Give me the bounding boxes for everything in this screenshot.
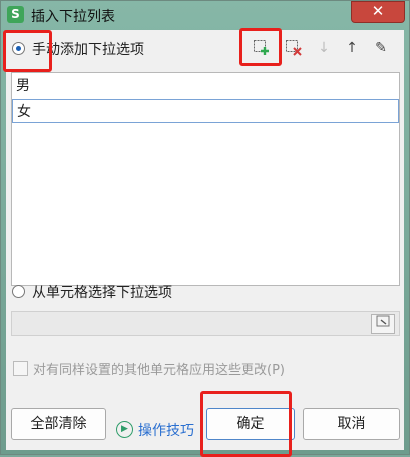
from-cells-option-radio[interactable] [12,285,25,298]
play-icon[interactable]: ▶ [116,421,133,438]
ok-button[interactable]: 确定 [206,408,295,440]
cell-range-input [11,311,400,336]
dialog-body: 手动添加下拉选项 ↓ ↑ ✎ 男 女 从单元格选择下拉选项 对有同样设置的其他单… [6,30,404,450]
range-select-icon [376,315,390,327]
edit-icon[interactable]: ✎ [372,39,390,57]
manual-option-radio[interactable] [12,42,25,55]
clear-all-button[interactable]: 全部清除 [11,408,106,440]
range-select-button [371,314,395,334]
list-item[interactable]: 女 [12,99,399,123]
move-down-icon[interactable]: ↓ [315,39,333,57]
delete-item-icon[interactable] [285,39,303,57]
from-cells-option-label[interactable]: 从单元格选择下拉选项 [32,282,172,302]
tips-link[interactable]: 操作技巧 [138,420,194,440]
list-item[interactable]: 男 [12,74,399,98]
cancel-button[interactable]: 取消 [303,408,400,440]
add-item-icon[interactable] [253,39,271,57]
options-list[interactable]: 男 女 [11,72,400,286]
apply-same-label: 对有同样设置的其他单元格应用这些更改(P) [33,363,285,378]
manual-option-label[interactable]: 手动添加下拉选项 [32,39,144,59]
wps-app-icon: S [7,6,24,23]
title-bar[interactable]: S 插入下拉列表 ✕ [1,1,409,29]
close-button[interactable]: ✕ [351,1,405,23]
move-up-icon[interactable]: ↑ [343,39,361,57]
dialog-title: 插入下拉列表 [31,9,115,25]
apply-same-checkbox [13,361,28,376]
insert-dropdown-dialog: S 插入下拉列表 ✕ 手动添加下拉选项 ↓ ↑ ✎ 男 女 从单元格选择下拉选项… [0,0,410,455]
